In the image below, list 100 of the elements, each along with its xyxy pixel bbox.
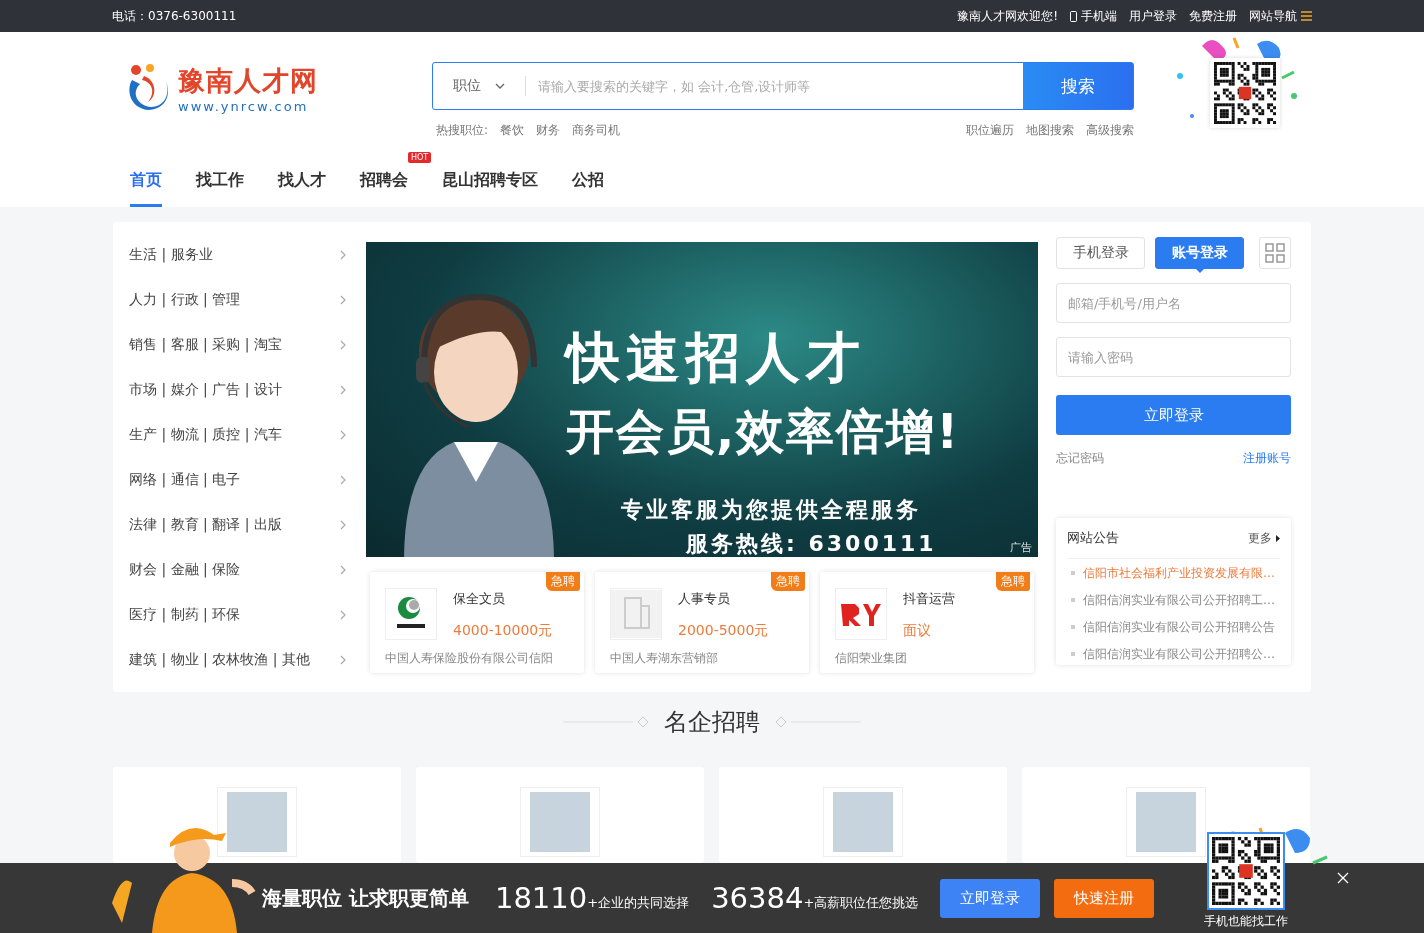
chevron-right-icon (340, 294, 346, 305)
nav-tab[interactable]: 招聘会 (360, 152, 408, 207)
nav-tab[interactable]: 公招 (572, 152, 604, 207)
nav-tab[interactable]: 首页 (130, 152, 162, 207)
top-link[interactable]: 免费注册 (1189, 7, 1237, 25)
category-item[interactable]: 市场 | 媒介 | 广告 | 设计 (129, 367, 346, 412)
logo-placeholder (833, 792, 893, 852)
menu-icon (1301, 11, 1312, 21)
register-link[interactable]: 注册账号 (1243, 450, 1291, 467)
top-link[interactable]: 网站导航 (1249, 7, 1312, 25)
ad-label: 广告 (1010, 540, 1032, 555)
chevron-right-icon (340, 519, 346, 530)
search-box[interactable]: 职位 请输入要搜索的关键字，如 会计,仓管,设计师等 搜索 (432, 62, 1134, 110)
company-name: 中国人寿湖东营销部 (609, 650, 719, 667)
banner-service-text: 专业客服为您提供全程服务 (621, 496, 921, 524)
top-link[interactable]: 手机端 (1070, 7, 1117, 25)
category-label: 人力 | 行政 | 管理 (129, 290, 241, 309)
company-logo (839, 602, 883, 626)
chevron-right-icon (340, 249, 346, 260)
qr-login-button[interactable] (1259, 237, 1291, 269)
bullet-icon (1071, 652, 1075, 656)
company-name: 中国人寿保险股份有限公司信阳 (384, 650, 554, 667)
category-label: 销售 | 客服 | 采购 | 淘宝 (129, 335, 282, 354)
category-label: 法律 | 教育 | 翻译 | 出版 (129, 515, 282, 534)
title-ornament-icon (563, 717, 648, 727)
category-item[interactable]: 人力 | 行政 | 管理 (129, 277, 346, 322)
notice-link[interactable]: 信阳信润实业有限公司公开招聘工… (1083, 591, 1275, 609)
hot-search-link[interactable]: 餐饮 (500, 122, 525, 139)
banner-hotline: 服务热线: 6300111 (686, 530, 937, 557)
job-title: 抖音运营 (903, 590, 955, 608)
nav-tab[interactable]: 找工作 (196, 152, 244, 207)
login-button[interactable]: 立即登录 (1056, 395, 1291, 435)
category-label: 医疗 | 制药 | 环保 (129, 605, 241, 624)
search-option-link[interactable]: 地图搜索 (1026, 122, 1074, 139)
footer-slogan: 海量职位 让求职更简单 (262, 884, 469, 912)
job-card[interactable]: 急聘 抖音运营 面议 信阳荣业集团 (820, 572, 1034, 673)
category-dropdown[interactable]: 职位 (433, 63, 525, 109)
company-card[interactable] (1022, 767, 1310, 863)
more-link[interactable]: 更多 (1248, 529, 1280, 547)
category-item[interactable]: 生活 | 服务业 (129, 232, 346, 277)
logo-name: 豫南人才网 (178, 63, 318, 98)
chevron-right-icon (340, 609, 346, 620)
bullet-icon (1071, 571, 1075, 575)
company-name: 信阳荣业集团 (834, 650, 908, 667)
urgent-badge: 急聘 (771, 572, 805, 591)
category-item[interactable]: 生产 | 物流 | 质控 | 汽车 (129, 412, 346, 457)
chevron-right-icon (340, 339, 346, 350)
logo-placeholder (530, 792, 590, 852)
logo-url: www.ynrcw.com (178, 98, 310, 114)
notice-link[interactable]: 信阳信润实业有限公司公开招聘公告 (1083, 618, 1275, 636)
hot-search-link[interactable]: 商务司机 (572, 122, 621, 139)
qr-code-icon (1265, 243, 1285, 263)
category-item[interactable]: 网络 | 通信 | 电子 (129, 457, 346, 502)
stat-caption: +企业的共同选择 (587, 894, 690, 912)
caret-right-icon (1276, 534, 1280, 542)
building-placeholder-icon (611, 590, 661, 638)
search-button[interactable]: 搜索 (1023, 63, 1133, 109)
close-icon[interactable] (1337, 872, 1349, 884)
category-item[interactable]: 财会 | 金融 | 保险 (129, 547, 346, 592)
job-salary: 2000-5000元 (678, 622, 769, 640)
stat-number: 18110 (494, 881, 588, 915)
qr-code (1210, 58, 1280, 128)
hot-badge: HOT (408, 152, 432, 163)
section-title: 名企招聘 (664, 707, 760, 738)
qr-caption: 手机也能找工作 (1204, 913, 1288, 930)
category-item[interactable]: 法律 | 教育 | 翻译 | 出版 (129, 502, 346, 547)
category-item[interactable]: 销售 | 客服 | 采购 | 淘宝 (129, 322, 346, 367)
nav-tab[interactable]: 找人才 (278, 152, 326, 207)
search-option-link[interactable]: 高级搜索 (1086, 122, 1134, 139)
chevron-right-icon (340, 564, 346, 575)
urgent-badge: 急聘 (996, 572, 1030, 591)
category-label: 市场 | 媒介 | 广告 | 设计 (129, 380, 282, 399)
bullet-icon (1071, 625, 1075, 629)
job-salary: 面议 (903, 622, 932, 640)
logo-placeholder (1136, 792, 1196, 852)
urgent-badge: 急聘 (546, 572, 580, 591)
top-link[interactable]: 用户登录 (1129, 7, 1177, 25)
username-field[interactable]: 邮箱/手机号/用户名 (1056, 283, 1291, 323)
stat-caption: +高薪职位任您挑选 (803, 894, 919, 912)
nav-tab[interactable]: 昆山招聘专区 (442, 152, 538, 207)
job-card[interactable]: 急聘 人事专员 2000-5000元 中国人寿湖东营销部 (595, 572, 809, 673)
password-field[interactable]: 请输入密码 (1056, 337, 1291, 377)
category-label: 建筑 | 物业 | 农林牧渔 | 其他 (129, 650, 310, 669)
phone-icon (1070, 10, 1077, 22)
banner[interactable]: 快速招人才 开会员,效率倍增! 专业客服为您提供全程服务 服务热线: 6300111 广告 (366, 242, 1038, 557)
stat-number: 36384 (711, 881, 804, 915)
category-item[interactable]: 建筑 | 物业 | 农林牧渔 | 其他 (129, 637, 346, 682)
notice-title: 网站公告 (1067, 529, 1119, 547)
hot-search-label: 热搜职位: (436, 122, 489, 139)
logo-placeholder (227, 792, 287, 852)
job-title: 人事专员 (678, 590, 731, 608)
forgot-password-link[interactable]: 忘记密码 (1056, 450, 1104, 467)
search-option-link[interactable]: 职位遍历 (966, 122, 1014, 139)
hot-search-link[interactable]: 财务 (536, 122, 561, 139)
notice-link[interactable]: 信阳信润实业有限公司公开招聘公… (1083, 645, 1275, 663)
job-card[interactable]: 急聘 保全文员 4000-10000元 中国人寿保险股份有限公司信阳 (370, 572, 584, 673)
category-item[interactable]: 医疗 | 制药 | 环保 (129, 592, 346, 637)
footer-login-button[interactable]: 立即登录 (940, 878, 1041, 918)
category-label: 网络 | 通信 | 电子 (129, 470, 241, 489)
login-tab[interactable]: 手机登录 (1056, 237, 1145, 269)
